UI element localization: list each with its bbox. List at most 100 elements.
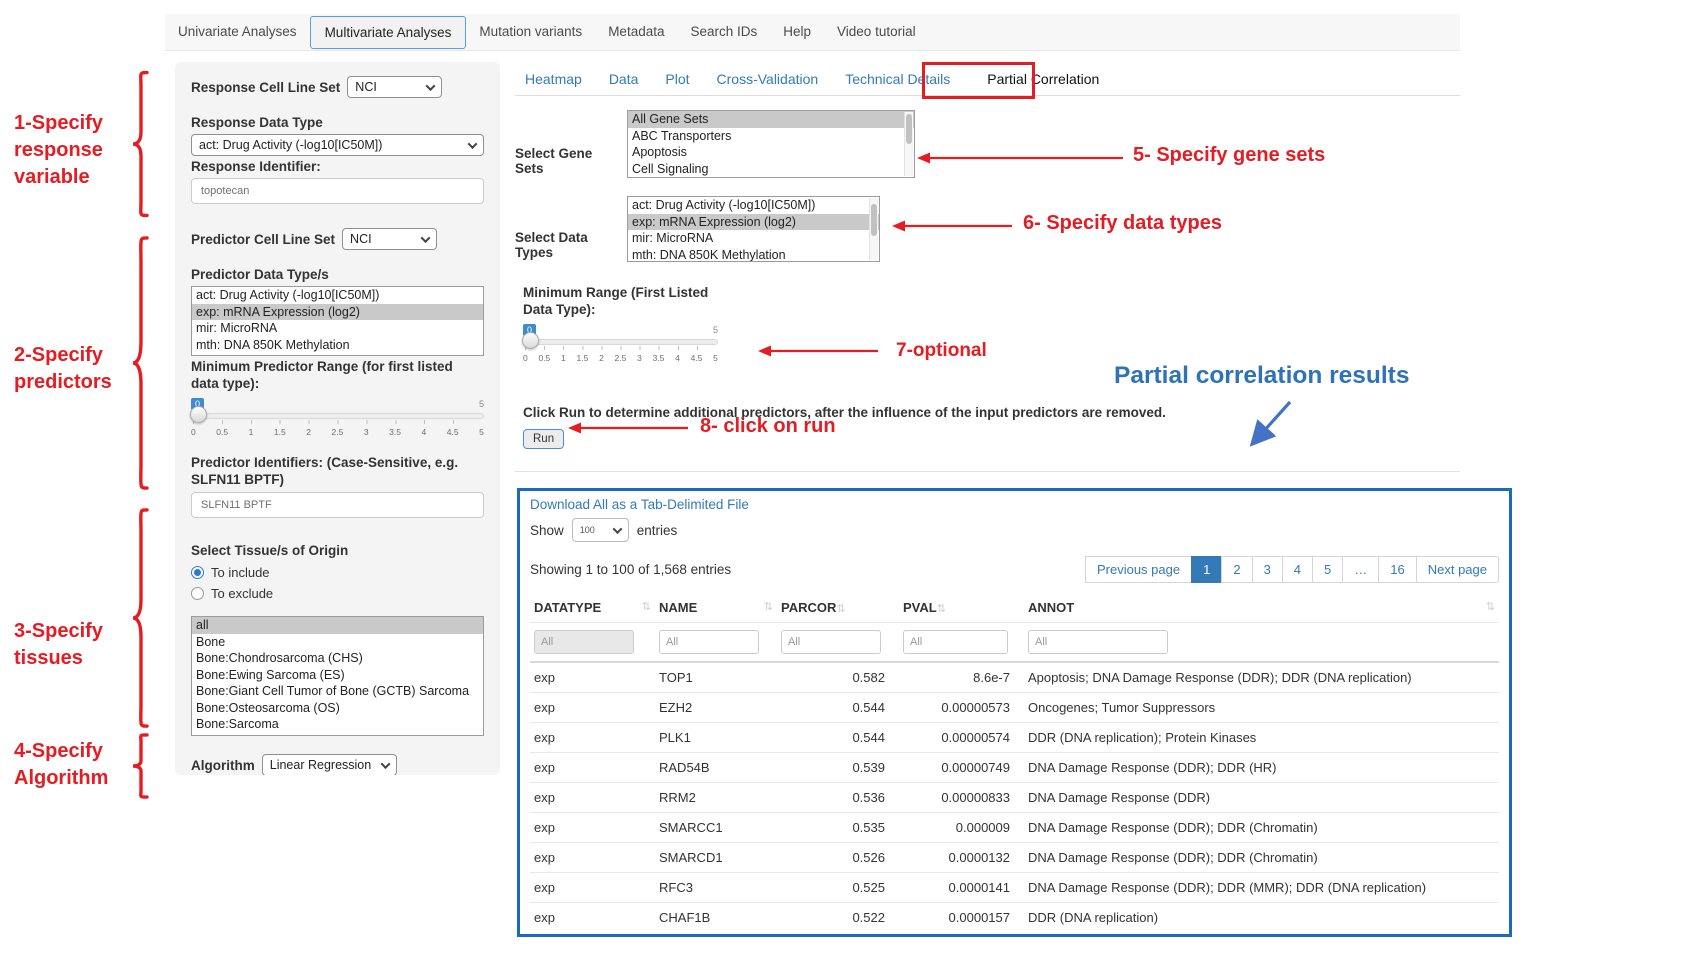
tissue-option[interactable]: Peripheral_Nervous_System [192, 733, 483, 737]
slider-handle[interactable] [522, 332, 539, 349]
page-button[interactable]: … [1342, 556, 1379, 583]
gene-set-option[interactable]: Apoptosis [628, 144, 914, 161]
gene-set-option[interactable]: All Gene Sets [628, 111, 914, 128]
min-predictor-range-label: Minimum Predictor Range (for first liste… [191, 358, 484, 392]
column-header-annot[interactable]: ANNOT ⇅ [1024, 591, 1499, 623]
cell-parcor: 0.544 [777, 723, 899, 753]
sort-icon[interactable]: ⇅ [642, 600, 651, 613]
analysis-tab[interactable]: Cross-Validation [717, 71, 819, 87]
nav-tab[interactable]: Help [770, 15, 824, 49]
slider-handle[interactable] [190, 406, 207, 423]
cell-datatype: exp [530, 813, 655, 843]
filter-name[interactable] [659, 630, 759, 654]
page-button[interactable]: Next page [1416, 556, 1499, 583]
predictor-data-type-option[interactable]: act: Drug Activity (-log10[IC50M]) [192, 287, 483, 304]
page-button[interactable]: 2 [1221, 556, 1252, 583]
slider-track[interactable] [191, 413, 484, 419]
page-button[interactable]: 16 [1378, 556, 1416, 583]
run-button[interactable]: Run [523, 429, 564, 449]
column-header-parcor[interactable]: PARCOR⇅ [777, 591, 899, 623]
data-types-label: Select Data Types [515, 230, 621, 262]
algorithm-select[interactable]: Linear Regression [262, 754, 397, 775]
table-row: exp SMARCD1 0.526 0.0000132 DNA Damage R… [530, 843, 1499, 873]
page-button[interactable]: 3 [1252, 556, 1283, 583]
data-type-option[interactable]: act: Drug Activity (-log10[IC50M]) [628, 197, 879, 214]
nav-tab[interactable]: Univariate Analyses [165, 15, 310, 49]
sort-icon[interactable]: ⇅ [937, 603, 946, 615]
scrollbar-thumb[interactable] [871, 204, 877, 236]
filter-parcor[interactable] [781, 630, 881, 654]
chevron-down-icon [612, 524, 622, 534]
tissue-option[interactable]: Bone:Giant Cell Tumor of Bone (GCTB) Sar… [192, 683, 483, 700]
column-header-pval[interactable]: PVAL⇅ [899, 591, 1024, 623]
nav-tab[interactable]: Video tutorial [824, 15, 929, 49]
predictor-identifiers-input[interactable] [191, 492, 484, 518]
page-button[interactable]: Previous page [1085, 556, 1192, 583]
tissue-option[interactable]: Bone [192, 634, 483, 651]
cell-parcor: 0.536 [777, 783, 899, 813]
cell-parcor: 0.544 [777, 693, 899, 723]
show-entries-select[interactable]: 100 [572, 518, 629, 542]
download-link[interactable]: Download All as a Tab-Delimited File [530, 497, 749, 512]
data-type-option[interactable]: mir: MicroRNA [628, 230, 879, 247]
cell-datatype: exp [530, 843, 655, 873]
predictor-data-type-option[interactable]: mir: MicroRNA [192, 320, 483, 337]
arrow-to-run [566, 420, 692, 436]
scrollbar-thumb[interactable] [906, 114, 912, 144]
page-button[interactable]: 5 [1312, 556, 1343, 583]
to-include-radio[interactable] [191, 566, 204, 579]
column-header-datatype[interactable]: DATATYPE ⇅ [530, 591, 655, 623]
page-button[interactable]: 1 [1191, 556, 1222, 583]
cell-name: CHAF1B [655, 903, 777, 933]
slider-tick-labels: 00.511.522.533.544.55 [523, 353, 718, 363]
scrollbar [869, 198, 878, 260]
sort-icon[interactable]: ⇅ [764, 600, 773, 613]
analysis-tab[interactable]: Heatmap [525, 71, 582, 87]
tissue-option[interactable]: Bone:Chondrosarcoma (CHS) [192, 650, 483, 667]
filter-annot[interactable] [1028, 630, 1168, 654]
column-header-name[interactable]: NAME ⇅ [655, 591, 777, 623]
page-button[interactable]: 4 [1282, 556, 1313, 583]
predictor-data-type-option[interactable]: mth: DNA 850K Methylation [192, 337, 483, 354]
gene-sets-listbox: All Gene Sets ABC Transporters Apoptosis… [627, 110, 915, 178]
tissue-option[interactable]: all [192, 617, 483, 634]
analysis-tab[interactable]: Plot [665, 71, 689, 87]
nav-tab[interactable]: Search IDs [677, 15, 770, 49]
response-cell-line-set-select[interactable]: NCI [347, 76, 442, 98]
to-include-label: To include [211, 565, 270, 580]
data-type-option[interactable]: exp: mRNA Expression (log2) [628, 214, 879, 231]
annotation-3: 3-Specify tissues [14, 618, 122, 672]
cell-name: EZH2 [655, 693, 777, 723]
response-identifier-input[interactable] [191, 178, 484, 204]
tissue-option[interactable]: Bone:Ewing Sarcoma (ES) [192, 667, 483, 684]
to-exclude-radio[interactable] [191, 587, 204, 600]
slider-tickmarks [525, 346, 716, 350]
brace-1 [126, 68, 150, 220]
slider-tick-label: 2.5 [615, 353, 627, 363]
nav-tab[interactable]: Metadata [595, 15, 677, 49]
response-data-type-select[interactable]: act: Drug Activity (-log10[IC50M]) [191, 134, 484, 156]
cell-annot: Apoptosis; DNA Damage Response (DDR); DD… [1024, 662, 1499, 693]
arrow-to-results-box [1242, 398, 1298, 452]
sort-icon[interactable]: ⇅ [836, 603, 845, 615]
gene-set-option[interactable]: ABC Transporters [628, 128, 914, 145]
filter-datatype[interactable] [534, 630, 634, 654]
sort-icon[interactable]: ⇅ [1486, 600, 1495, 613]
slider-track[interactable] [523, 339, 718, 345]
tissue-option[interactable]: Bone:Osteosarcoma (OS) [192, 700, 483, 717]
nav-tab[interactable]: Multivariate Analyses [310, 16, 467, 49]
cell-annot: Oncogenes; Tumor Suppressors [1024, 693, 1499, 723]
data-type-option[interactable]: mth: DNA 850K Methylation [628, 247, 879, 263]
tissue-option[interactable]: Bone:Sarcoma [192, 716, 483, 733]
gene-set-option[interactable]: Cell Signaling [628, 161, 914, 178]
slider-tick-label: 1.5 [577, 353, 589, 363]
predictor-cell-line-set-select[interactable]: NCI [342, 228, 437, 250]
predictor-data-type-option[interactable]: exp: mRNA Expression (log2) [192, 304, 483, 321]
filter-pval[interactable] [903, 630, 1008, 654]
cell-parcor: 0.535 [777, 813, 899, 843]
predictor-data-types-listbox: act: Drug Activity (-log10[IC50M]) exp: … [191, 286, 484, 356]
algorithm-value: Linear Regression [270, 758, 371, 772]
nav-tab[interactable]: Mutation variants [466, 15, 595, 49]
analysis-tab[interactable]: Data [609, 71, 639, 87]
run-instruction: Click Run to determine additional predic… [515, 404, 1460, 421]
